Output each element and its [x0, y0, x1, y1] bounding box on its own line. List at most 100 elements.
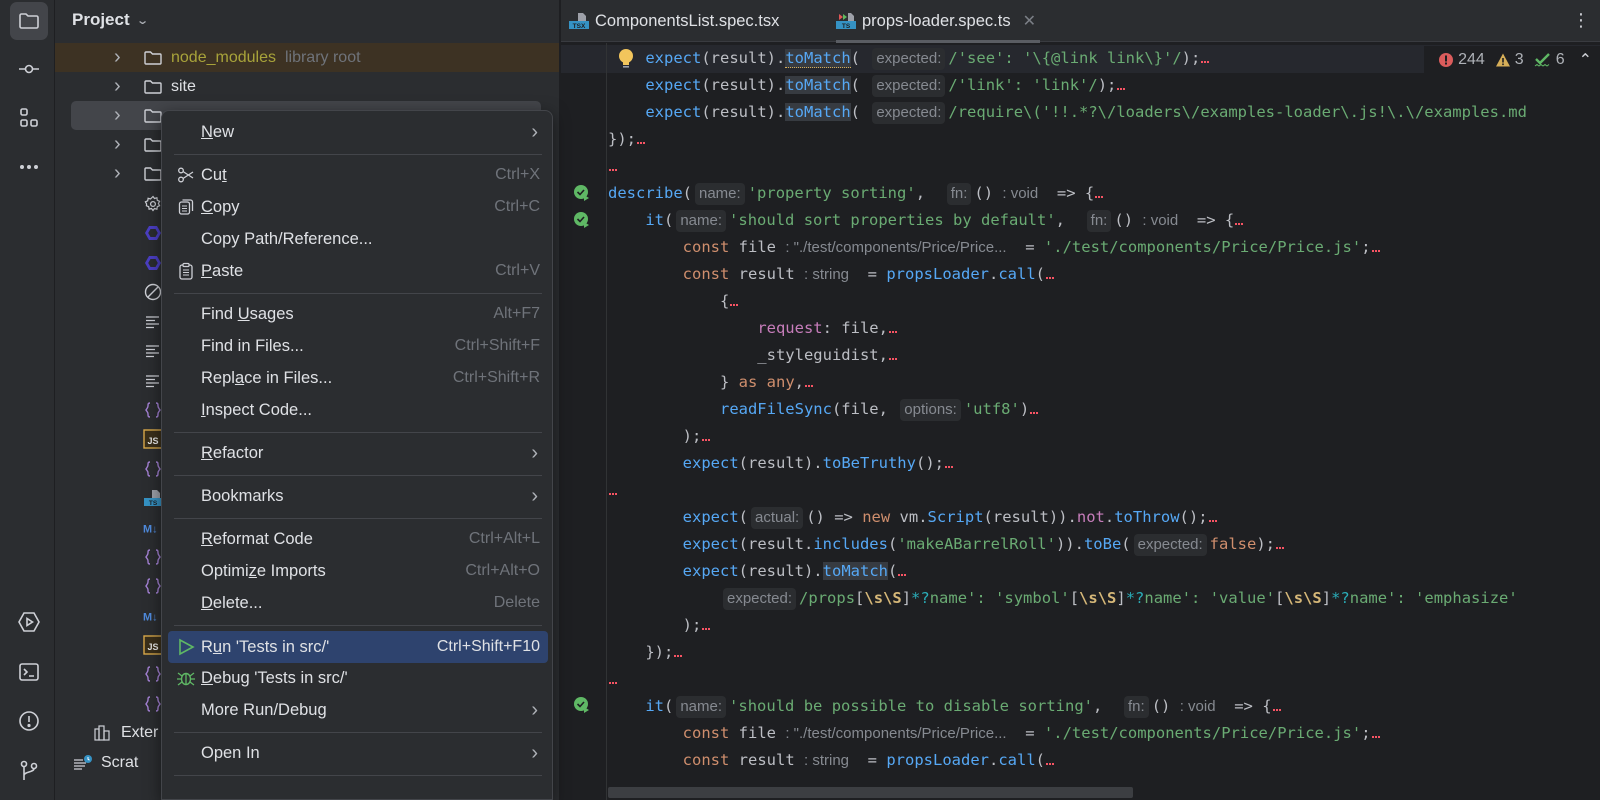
menu-item-label: Copy [201, 197, 240, 216]
tree-item-label: site [171, 77, 196, 95]
tabs-more-icon[interactable]: ⋮ [1572, 10, 1590, 31]
menu-item-inspect-code[interactable]: Inspect Code... [168, 395, 548, 425]
tab-props-loader-spec[interactable]: TS props-loader.spec.ts ✕ [836, 0, 1040, 43]
string-literal: 'utf8' [963, 400, 1020, 418]
menu-item-new[interactable]: New › [168, 117, 548, 147]
warnings-count[interactable]: 3 [1495, 51, 1524, 69]
menu-separator [174, 625, 542, 626]
tree-item[interactable]: › node_modules library root [55, 43, 559, 72]
regex-literal: /'link': 'link'/ [948, 76, 1098, 94]
menu-item-label: Bookmarks [201, 486, 284, 505]
menu-item-reformat-code[interactable]: Reformat Code Ctrl+Alt+L [168, 524, 548, 554]
menu-item-shortcut: Ctrl+Shift+F10 [436, 638, 540, 655]
context-menu: New › Cut Ctrl+X Copy Ctrl+C Copy Path/Referen… [161, 110, 553, 800]
json-file-icon [143, 400, 163, 420]
problems-tool-button[interactable] [10, 702, 48, 740]
menu-item-copy[interactable]: Copy Ctrl+C [168, 192, 548, 222]
more-icon [19, 165, 38, 170]
menu-item-debug-tests-in-src[interactable]: Debug 'Tests in src/' [168, 663, 548, 693]
tab-label: props-loader.spec.ts [862, 11, 1011, 30]
submenu-arrow-icon: › [531, 484, 538, 507]
code-line: readFileSync(file, options:'utf8') [608, 396, 1039, 423]
svg-text:M↓: M↓ [143, 611, 158, 623]
run-tool-button[interactable] [10, 603, 48, 641]
ts-file-icon: TS [143, 488, 163, 508]
tab-componentslist-spec[interactable]: TSX ComponentsList.spec.tsx [569, 0, 779, 42]
menu-item-refactor[interactable]: Refactor › [168, 438, 548, 468]
run-test-gutter-icon[interactable] [573, 184, 591, 202]
type-hint: : string [803, 266, 849, 283]
menu-item-delete[interactable]: Delete... Delete [168, 588, 548, 618]
problems-icon [19, 711, 39, 731]
menu-item-find-usages[interactable]: Find Usages Alt+F7 [168, 299, 548, 329]
code-line: request: file, [608, 315, 897, 342]
param-hint: fn: [1124, 696, 1149, 718]
menu-item-optimize-imports[interactable]: Optimize Imports Ctrl+Alt+O [168, 556, 548, 586]
chevron-right-icon[interactable]: › [114, 104, 128, 127]
code-line: expected:/props[\s\S]*?name': 'symbol'[\… [608, 585, 1518, 612]
structure-tool-button[interactable] [10, 99, 48, 137]
type-hint: : void [1142, 212, 1179, 229]
close-tab-icon[interactable]: ✕ [1023, 11, 1036, 31]
menu-item-bookmarks[interactable]: Bookmarks › [168, 481, 548, 511]
menu-item-shortcut: Delete [493, 594, 540, 611]
run-test-gutter-icon[interactable] [573, 696, 591, 714]
horizontal-scrollbar[interactable] [608, 787, 1133, 798]
svg-text:JS: JS [147, 642, 158, 652]
menu-item-replace-in-files[interactable]: Replace in Files... Ctrl+Shift+R [168, 363, 548, 393]
gutter-divider [606, 43, 607, 800]
chevron-right-icon[interactable]: › [114, 75, 128, 98]
project-panel-header[interactable]: Project ⌄ [55, 0, 559, 40]
chevron-right-icon[interactable]: › [114, 133, 128, 156]
git-tool-button[interactable] [10, 752, 48, 790]
chevron-right-icon[interactable]: › [114, 162, 128, 185]
menu-item-label: New [201, 122, 235, 141]
param-hint: fn: [946, 183, 972, 205]
param-hint: expected: [872, 102, 946, 124]
text-file-icon [143, 371, 163, 391]
code-line: _styleguidist, [608, 342, 897, 369]
errors-count-value: 244 [1458, 51, 1485, 68]
param-hint: expected: [872, 48, 946, 70]
menu-item-shortcut: Ctrl+Alt+L [468, 530, 540, 547]
menu-item-open-in[interactable]: Open In › [168, 738, 548, 768]
menu-item-run-tests-in-src[interactable]: Run 'Tests in src/' Ctrl+Shift+F10 [168, 631, 548, 663]
tree-item-label: Scrat [101, 753, 139, 771]
errors-count[interactable]: 244 [1438, 51, 1485, 69]
warnings-count-value: 3 [1514, 51, 1524, 68]
menu-item-label: Find Usages [201, 304, 294, 323]
typos-count[interactable]: 6 [1534, 51, 1565, 69]
menu-item-copy-path-reference[interactable]: Copy Path/Reference... [168, 224, 548, 254]
menu-item-paste[interactable]: Paste Ctrl+V [168, 256, 548, 286]
menu-item-label: Copy Path/Reference... [201, 229, 373, 248]
eslint-file-icon [143, 253, 163, 273]
menu-item-label: Debug 'Tests in src/' [201, 668, 348, 687]
string-literal: 'makeABarrelRoll' [897, 535, 1056, 553]
more-tools-button[interactable] [10, 148, 48, 186]
menu-item-find-in-files[interactable]: Find in Files... Ctrl+Shift+F [168, 331, 548, 361]
param-hint: actual: [751, 507, 804, 529]
code-line: ); [608, 423, 711, 450]
copy-icon [176, 197, 196, 217]
inspections-widget[interactable]: 244 3 6 ⌃ [1424, 46, 1600, 74]
type-hint: : void [1002, 185, 1039, 202]
commit-tool-button[interactable] [10, 50, 48, 88]
run-test-gutter-icon[interactable] [573, 211, 591, 229]
svg-text:TS: TS [149, 500, 158, 507]
code-line: it(name:'should be possible to disable s… [608, 693, 1281, 720]
menu-item-more-run-debug[interactable]: More Run/Debug › [168, 695, 548, 725]
code-line: } as any, [608, 369, 813, 396]
chevron-right-icon[interactable]: › [55, 751, 58, 774]
chevron-right-icon[interactable]: › [114, 46, 128, 69]
terminal-tool-button[interactable] [10, 653, 48, 691]
menu-item-cut[interactable]: Cut Ctrl+X [168, 160, 548, 190]
param-hint: name: [676, 210, 727, 232]
project-tool-button[interactable] [10, 2, 48, 40]
code-line: }); [608, 639, 683, 666]
menu-item-label: Optimize Imports [201, 561, 326, 580]
previous-highlight-icon[interactable]: ⌃ [1579, 50, 1592, 70]
menu-item-shortcut: Alt+F7 [493, 305, 540, 322]
code-editor[interactable]: 244 3 6 ⌃ expect(result).toMatch( expect… [561, 43, 1600, 800]
type-hint: : string [803, 752, 849, 769]
tree-item[interactable]: › site [55, 72, 559, 101]
